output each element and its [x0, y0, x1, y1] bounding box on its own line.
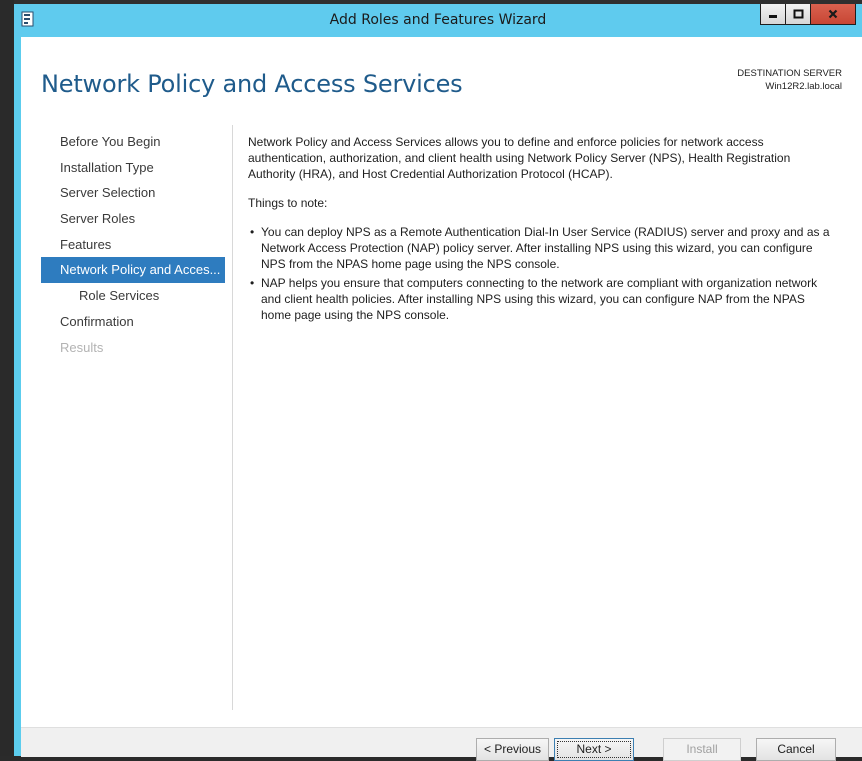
notes-heading: Things to note: [248, 196, 328, 210]
next-button[interactable]: Next > [554, 738, 634, 761]
bullet-icon: • [250, 276, 255, 290]
nav-item-features[interactable]: Features [41, 232, 225, 258]
close-button[interactable] [810, 4, 856, 25]
nav-item-server-roles[interactable]: Server Roles [41, 206, 225, 232]
focus-ring [557, 741, 631, 758]
list-item: • You can deploy NPS as a Remote Authent… [248, 224, 838, 272]
wizard-nav: Before You Begin Installation Type Serve… [41, 129, 225, 360]
window-title: Add Roles and Features Wizard [329, 12, 547, 28]
title-bar[interactable]: Add Roles and Features Wizard [14, 4, 862, 37]
minimize-button[interactable] [760, 4, 786, 25]
destination-server-name: Win12R2.lab.local [765, 81, 842, 92]
close-icon [828, 9, 838, 19]
notes-list: • You can deploy NPS as a Remote Authent… [248, 224, 838, 323]
nav-item-server-selection[interactable]: Server Selection [41, 180, 225, 206]
minimize-icon [769, 15, 777, 18]
note-text: You can deploy NPS as a Remote Authentic… [261, 225, 830, 271]
cancel-button[interactable]: Cancel [756, 738, 836, 761]
list-item: • NAP helps you ensure that computers co… [248, 275, 838, 323]
background-window-edge [0, 0, 14, 756]
role-description: Network Policy and Access Services allow… [248, 134, 838, 326]
nav-item-installation-type[interactable]: Installation Type [41, 155, 225, 181]
intro-paragraph: Network Policy and Access Services allow… [248, 135, 791, 181]
destination-server-label: DESTINATION SERVER [737, 68, 842, 79]
nav-item-results: Results [60, 339, 104, 355]
wizard-client-area: Network Policy and Access Services DESTI… [21, 37, 862, 761]
maximize-icon [793, 9, 803, 19]
nav-divider [232, 125, 233, 710]
button-bar: < Previous Next > Install Cancel [21, 727, 862, 761]
window-controls [760, 4, 856, 26]
destination-server-info: DESTINATION SERVER Win12R2.lab.local [737, 67, 842, 93]
nav-item-role-services[interactable]: Role Services [41, 283, 225, 309]
previous-button[interactable]: < Previous [476, 738, 549, 761]
page-title: Network Policy and Access Services [41, 70, 463, 98]
install-button: Install [663, 738, 741, 761]
note-text: NAP helps you ensure that computers conn… [261, 276, 818, 322]
nav-item-before-you-begin[interactable]: Before You Begin [41, 129, 225, 155]
desktop-background: Add Roles and Features Wizard Network Po… [0, 0, 862, 761]
bullet-icon: • [250, 225, 255, 239]
nav-item-confirmation[interactable]: Confirmation [41, 309, 225, 335]
maximize-button[interactable] [785, 4, 811, 25]
wizard-window: Add Roles and Features Wizard Network Po… [14, 4, 862, 761]
nav-item-network-policy[interactable]: Network Policy and Acces... [41, 257, 225, 284]
